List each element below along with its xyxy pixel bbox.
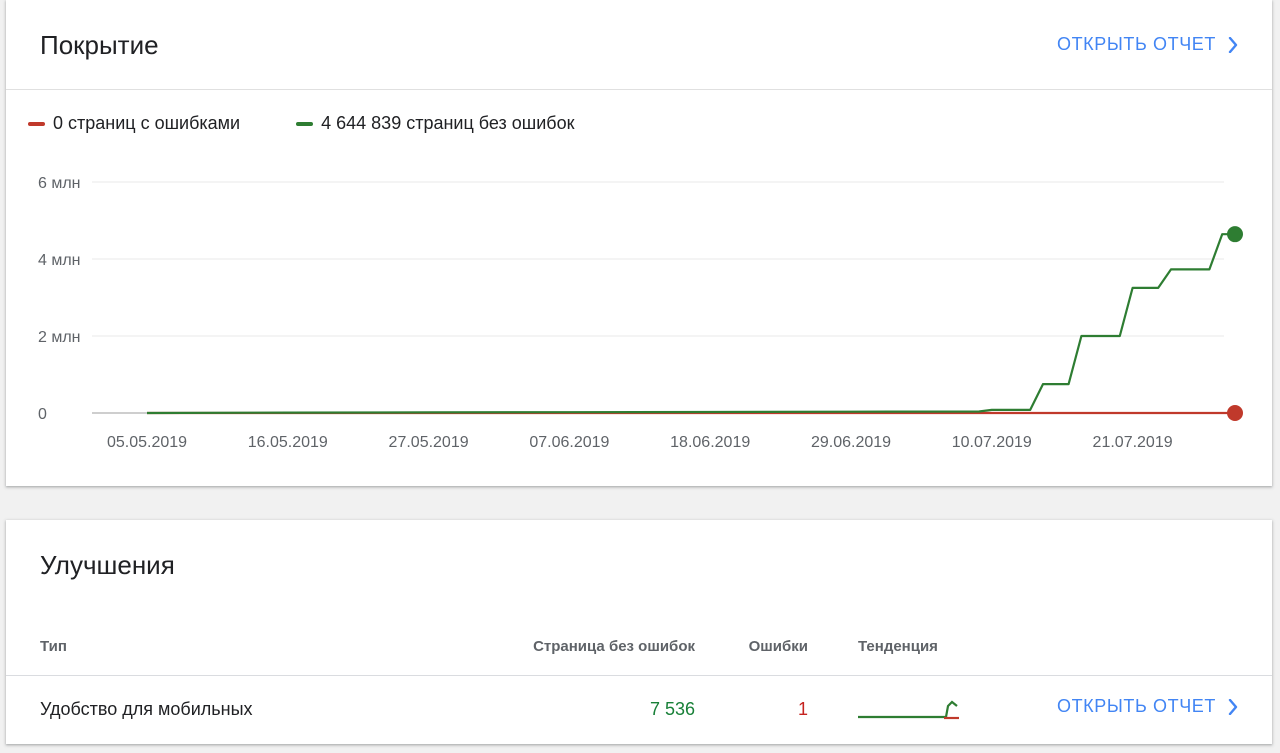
legend-item-valid[interactable]: 4 644 839 страниц без ошибок: [296, 113, 574, 134]
enhancements-card: Улучшения Тип Страница без ошибок Ошибки…: [6, 520, 1272, 744]
x-tick-label: 29.06.2019: [811, 434, 891, 451]
trend-valid-line: [858, 700, 958, 719]
coverage-card: Покрытие ОТКРЫТЬ ОТЧЕТ 0 страниц с ошибк…: [6, 0, 1272, 486]
x-tick-label: 27.05.2019: [389, 434, 469, 451]
open-report-label: ОТКРЫТЬ ОТЧЕТ: [1056, 34, 1216, 54]
enhancement-open-report-link[interactable]: ОТКРЫТЬ ОТЧЕТ: [1057, 696, 1238, 717]
x-tick-label: 07.06.2019: [529, 434, 609, 451]
y-tick-label: 0: [38, 406, 47, 423]
trend-sparkline: [858, 700, 959, 720]
y-tick-label: 4 млн: [38, 252, 81, 269]
column-header-valid: Страница без ошибок: [533, 638, 695, 655]
chart-legend: 0 страниц с ошибками 4 644 839 страниц б…: [28, 113, 630, 134]
chevron-right-icon: [1228, 36, 1238, 53]
legend-swatch-errors: [28, 121, 45, 126]
series-endpoint-valid: [1227, 226, 1243, 243]
coverage-chart: 0 2 млн 4 млн 6 млн 05.05.2019 16.05.2019 27.0…: [38, 175, 1243, 451]
y-tick-label: 6 млн: [38, 175, 81, 192]
series-endpoint-errors: [1227, 405, 1243, 421]
x-tick-label: 16.05.2019: [248, 434, 328, 451]
row-valid-count: 7 536: [649, 699, 695, 719]
open-report-label: ОТКРЫТЬ ОТЧЕТ: [1056, 696, 1216, 716]
chevron-right-icon: [1228, 698, 1238, 715]
coverage-header: Покрытие ОТКРЫТЬ ОТЧЕТ: [6, 0, 1272, 90]
legend-label-errors: 0 страниц с ошибками: [53, 113, 241, 133]
x-tick-label: 05.05.2019: [107, 434, 187, 451]
x-tick-label: 21.07.2019: [1093, 434, 1173, 451]
series-line-valid: [146, 233, 1235, 415]
coverage-title: Покрытие: [40, 30, 159, 60]
x-tick-label: 10.07.2019: [952, 434, 1032, 451]
legend-item-errors[interactable]: 0 страниц с ошибками: [28, 113, 240, 134]
row-error-count: 1: [797, 699, 808, 719]
enhancements-title: Улучшения: [40, 550, 175, 580]
column-header-type: Тип: [40, 638, 67, 655]
row-type: Удобство для мобильных: [40, 699, 253, 719]
y-tick-label: 2 млн: [38, 329, 81, 346]
legend-swatch-valid: [296, 121, 314, 126]
legend-label-valid: 4 644 839 страниц без ошибок: [321, 113, 575, 133]
x-tick-label: 18.06.2019: [670, 434, 750, 451]
column-header-trend: Тенденция: [858, 638, 938, 655]
column-header-errors: Ошибки: [748, 638, 808, 655]
coverage-open-report-link[interactable]: ОТКРЫТЬ ОТЧЕТ: [1057, 34, 1238, 55]
